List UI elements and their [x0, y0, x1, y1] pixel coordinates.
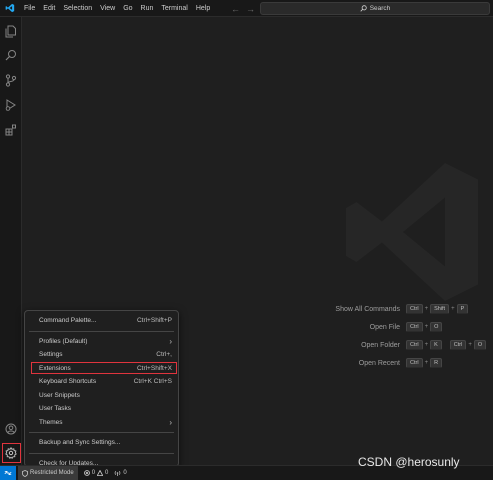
vscode-watermark-icon [337, 157, 487, 312]
error-icon [83, 470, 90, 476]
watermark-credit: CSDN @herosunly [358, 455, 460, 469]
keycap: Shift [430, 304, 450, 314]
keycap: Ctrl [449, 340, 467, 350]
menu-item-settings[interactable]: Settings Ctrl+, [25, 348, 178, 362]
menu-separator [29, 330, 174, 332]
warning-count: 0 [105, 470, 109, 476]
keycap: Ctrl [406, 304, 423, 314]
shortcut-row-open-folder[interactable]: Open Folder Ctrl + K Ctrl + O [322, 336, 487, 354]
menu-terminal[interactable]: Terminal [157, 0, 191, 17]
menu-item-user-tasks[interactable]: User Tasks [25, 402, 178, 416]
shortcut-row-open-recent[interactable]: Open Recent Ctrl + R [322, 354, 486, 372]
error-count: 0 [91, 470, 96, 476]
search-view-icon[interactable] [3, 47, 19, 63]
search-label: Search [369, 5, 391, 12]
problems-indicator[interactable]: 0 0 [83, 470, 109, 476]
explorer-icon[interactable] [3, 23, 19, 39]
extensions-icon[interactable] [3, 122, 19, 138]
navigation-arrows: ← → [231, 0, 255, 17]
menu-item-keyboard-shortcuts[interactable]: Keyboard Shortcuts Ctrl+K Ctrl+S [25, 375, 178, 389]
menu-item-label: Keyboard Shortcuts [39, 378, 97, 386]
ports-indicator[interactable]: 0 [114, 470, 127, 476]
activity-bar [0, 17, 22, 465]
menu-edit[interactable]: Edit [39, 0, 59, 17]
command-center-search[interactable]: Search [260, 2, 490, 15]
menu-item-profiles[interactable]: Profiles (Default) › [25, 335, 178, 349]
forward-arrow-icon[interactable]: → [246, 4, 255, 14]
shortcut-label: Open Folder [361, 341, 400, 349]
keycap: O [430, 322, 443, 332]
keycap: P [456, 304, 469, 314]
menu-item-shortcut: Ctrl+K Ctrl+S [133, 378, 172, 386]
menu-item-label: Profiles (Default) [39, 337, 88, 345]
source-control-icon[interactable] [3, 72, 19, 88]
menu-item-label: User Snippets [39, 391, 80, 399]
title-bar: File Edit Selection View Go Run Terminal… [0, 0, 493, 17]
chevron-right-icon: › [169, 336, 172, 346]
restricted-mode-indicator[interactable]: Restricted Mode [18, 465, 78, 480]
menu-run[interactable]: Run [137, 0, 158, 17]
warning-icon [97, 470, 104, 476]
menu-separator [29, 452, 174, 454]
menu-separator [29, 432, 174, 433]
shield-icon [22, 469, 28, 477]
chevron-right-icon: › [169, 417, 172, 427]
keycap: O [473, 340, 487, 350]
accounts-icon[interactable] [3, 421, 19, 437]
extensions-highlight-annotation [31, 362, 177, 374]
menu-item-label: Command Palette... [39, 317, 97, 325]
ports-count: 0 [123, 470, 127, 476]
restricted-mode-label: Restricted Mode [30, 470, 74, 476]
menu-item-label: Settings [39, 351, 63, 359]
keycap: R [430, 358, 443, 368]
shortcut-row-open-file[interactable]: Open File Ctrl + O [322, 318, 486, 336]
shortcut-row-show-all-commands[interactable]: Show All Commands Ctrl + Shift + P [322, 300, 486, 318]
menu-bar: File Edit Selection View Go Run Terminal… [20, 0, 214, 17]
menu-item-label: Themes [39, 418, 63, 426]
keycap: Ctrl [406, 340, 423, 350]
broadcast-icon [115, 470, 121, 476]
menu-item-user-snippets[interactable]: User Snippets [25, 389, 178, 403]
shortcut-label: Open Recent [358, 359, 400, 367]
menu-item-label: User Tasks [39, 405, 72, 413]
menu-item-shortcut: Ctrl+, [156, 351, 172, 359]
menu-help[interactable]: Help [192, 0, 214, 17]
menu-view[interactable]: View [96, 0, 119, 17]
keycap: Ctrl [406, 358, 423, 368]
menu-item-themes[interactable]: Themes › [25, 416, 178, 430]
manage-context-menu: Command Palette... Ctrl+Shift+P Profiles… [24, 310, 179, 467]
menu-item-shortcut: Ctrl+Shift+P [136, 317, 172, 325]
gear-highlight-annotation [2, 443, 21, 463]
menu-item-label: Backup and Sync Settings... [39, 439, 121, 447]
run-debug-icon[interactable] [3, 97, 19, 113]
shortcut-label: Show All Commands [335, 305, 400, 313]
remote-icon [4, 471, 12, 475]
menu-item-backup-sync[interactable]: Backup and Sync Settings... [25, 436, 178, 450]
keycap: Ctrl [406, 322, 423, 332]
vscode-logo-icon [2, 0, 18, 17]
remote-indicator[interactable] [0, 465, 16, 480]
shortcut-label: Open File [369, 323, 400, 331]
menu-go[interactable]: Go [119, 0, 136, 17]
menu-selection[interactable]: Selection [59, 0, 96, 17]
keycap: K [430, 340, 442, 350]
menu-item-command-palette[interactable]: Command Palette... Ctrl+Shift+P [25, 314, 178, 328]
back-arrow-icon[interactable]: ← [231, 4, 240, 14]
search-icon [360, 5, 367, 12]
welcome-shortcuts: Show All Commands Ctrl + Shift + P Open Fi… [322, 300, 487, 372]
menu-file[interactable]: File [20, 0, 39, 17]
